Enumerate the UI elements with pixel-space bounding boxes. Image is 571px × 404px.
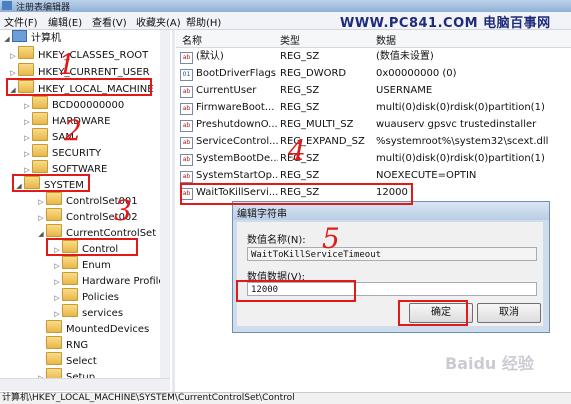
folder-icon [46, 192, 62, 205]
folder-icon [46, 352, 62, 365]
folder-icon [62, 272, 78, 285]
tree-node-system[interactable]: ◢ SYSTEM [14, 176, 84, 192]
string-value-icon: ab [180, 103, 193, 115]
string-value-icon: ab [180, 137, 193, 149]
folder-icon [24, 176, 40, 189]
folder-icon [62, 256, 78, 269]
pane-splitter[interactable] [172, 30, 175, 392]
expand-icon: ▷ [10, 52, 16, 60]
title-bar: 注册表编辑器 [0, 0, 571, 13]
value-row[interactable]: ab PreshutdownO... REG_MULTI_SZ wuauserv… [180, 117, 571, 133]
value-row[interactable]: ab CurrentUser REG_SZ USERNAME [180, 83, 571, 99]
value-row[interactable]: ab FirmwareBoot... REG_SZ multi(0)disk(0… [180, 100, 571, 116]
string-value-icon: ab [180, 86, 193, 98]
menu-view[interactable]: 查看(V) [92, 14, 127, 29]
string-value-icon: ab [180, 52, 193, 64]
menu-file[interactable]: 文件(F) [4, 14, 38, 29]
tree-node-computer[interactable]: ◢ 计算机 [2, 30, 61, 46]
tree-node-controlset002[interactable]: ▷ ControlSet002 [36, 208, 138, 224]
computer-icon [12, 30, 27, 42]
folder-icon [62, 240, 78, 253]
tree-node-hardware-profiles[interactable]: ▷ Hardware Profile [52, 272, 165, 288]
tree-node-software[interactable]: ▷ SOFTWARE [22, 160, 107, 176]
string-value-icon: ab [180, 154, 193, 166]
value-name-field: WaitToKillServiceTimeout [247, 247, 537, 261]
value-row[interactable]: 01 BootDriverFlags REG_DWORD 0x00000000 … [180, 66, 571, 82]
folder-icon [18, 46, 34, 59]
value-data-label: 数值数据(V): [247, 272, 306, 283]
folder-icon [18, 80, 34, 93]
value-name-label: 数值名称(N): [247, 235, 306, 246]
collapse-icon: ◢ [16, 182, 22, 190]
tree-node-controlset001[interactable]: ▷ ControlSet001 [36, 192, 138, 208]
column-type[interactable]: 类型 [280, 32, 300, 47]
folder-icon [62, 288, 78, 301]
cancel-button[interactable]: 取消 [477, 303, 541, 323]
tree-node-policies[interactable]: ▷ Policies [52, 288, 119, 304]
binary-value-icon: 01 [180, 69, 193, 81]
tree-node-hklm[interactable]: ◢ HKEY_LOCAL_MACHINE [8, 80, 154, 96]
menu-favorites[interactable]: 收藏夹(A) [136, 14, 181, 29]
value-row[interactable]: ab SystemBootDe... REG_SZ multi(0)disk(0… [180, 151, 571, 167]
tree-node-services[interactable]: ▷ services [52, 304, 123, 320]
ok-button[interactable]: 确定 [409, 303, 473, 323]
collapse-icon: ◢ [4, 35, 10, 43]
dialog-body: 数值名称(N): WaitToKillServiceTimeout 数值数据(V… [237, 222, 543, 326]
tree-node-control[interactable]: ▷ Control [52, 240, 118, 256]
dialog-title: 编辑字符串 [237, 209, 287, 220]
folder-icon [32, 96, 48, 109]
string-value-icon: ab [180, 171, 193, 183]
menu-edit[interactable]: 编辑(E) [48, 14, 82, 29]
value-row-wait-to-kill[interactable]: ab WaitToKillServi... REG_SZ 12000 [180, 185, 571, 201]
collapse-icon: ◢ [38, 230, 44, 238]
tree-node-hkcr[interactable]: ▷ HKEY_CLASSES_ROOT [8, 46, 148, 62]
tree-node-sam[interactable]: ▷ SAM [22, 128, 74, 144]
status-path: 计算机\HKEY_LOCAL_MACHINE\SYSTEM\CurrentCon… [2, 393, 295, 403]
folder-icon [46, 224, 62, 237]
tree-node-enum[interactable]: ▷ Enum [52, 256, 111, 272]
edit-string-dialog: 编辑字符串 数值名称(N): WaitToKillServiceTimeout … [232, 201, 550, 333]
site-watermark: WWW.PC841.COM 电脑百事网 [340, 16, 551, 31]
tree-horizontal-scrollbar[interactable] [0, 378, 170, 391]
folder-icon [32, 128, 48, 141]
status-bar: 计算机\HKEY_LOCAL_MACHINE\SYSTEM\CurrentCon… [0, 392, 571, 404]
registry-tree: ◢ 计算机 ▷ HKEY_CLASSES_ROOT ▷ HKEY_CURRENT_US… [0, 30, 170, 392]
folder-icon [46, 336, 62, 349]
folder-icon [32, 160, 48, 173]
expand-icon: ▷ [10, 69, 16, 77]
column-name[interactable]: 名称 [182, 32, 202, 47]
value-row[interactable]: ab SystemStartOp... REG_SZ NOEXECUTE=OPT… [180, 168, 571, 184]
folder-icon [46, 320, 62, 333]
regedit-app-icon [2, 1, 12, 10]
folder-icon [18, 63, 34, 76]
string-value-icon: ab [180, 188, 193, 200]
tree-node-select[interactable]: Select [36, 352, 97, 368]
tree-node-mounteddevices[interactable]: MountedDevices [36, 320, 149, 336]
folder-icon [32, 112, 48, 125]
string-value-icon: ab [180, 120, 193, 132]
tree-node-security[interactable]: ▷ SECURITY [22, 144, 101, 160]
folder-icon [62, 304, 78, 317]
tree-vertical-scrollbar[interactable] [160, 30, 170, 382]
value-row[interactable]: ab (默认) REG_SZ (数值未设置) [180, 49, 571, 65]
column-data[interactable]: 数据 [376, 32, 396, 47]
value-data-input[interactable]: 12000 [247, 282, 537, 296]
dialog-title-bar[interactable]: 编辑字符串 [233, 202, 549, 220]
tree-node-hardware[interactable]: ▷ HARDWARE [22, 112, 110, 128]
tree-node-hkcu[interactable]: ▷ HKEY_CURRENT_USER [8, 63, 150, 79]
menu-help[interactable]: 帮助(H) [186, 14, 221, 29]
baidu-watermark: Baidu 经验 [445, 354, 534, 373]
tree-node-currentcontrolset[interactable]: ◢ CurrentControlSet [36, 224, 156, 240]
tree-node-rng[interactable]: RNG [36, 336, 88, 352]
tree-node-bcd[interactable]: ▷ BCD00000000 [22, 96, 124, 112]
folder-icon [46, 208, 62, 221]
folder-icon [32, 144, 48, 157]
collapse-icon: ◢ [10, 86, 16, 94]
value-list-header: 名称 类型 数据 [176, 30, 571, 48]
value-row[interactable]: ab ServiceControl... REG_EXPAND_SZ %syst… [180, 134, 571, 150]
